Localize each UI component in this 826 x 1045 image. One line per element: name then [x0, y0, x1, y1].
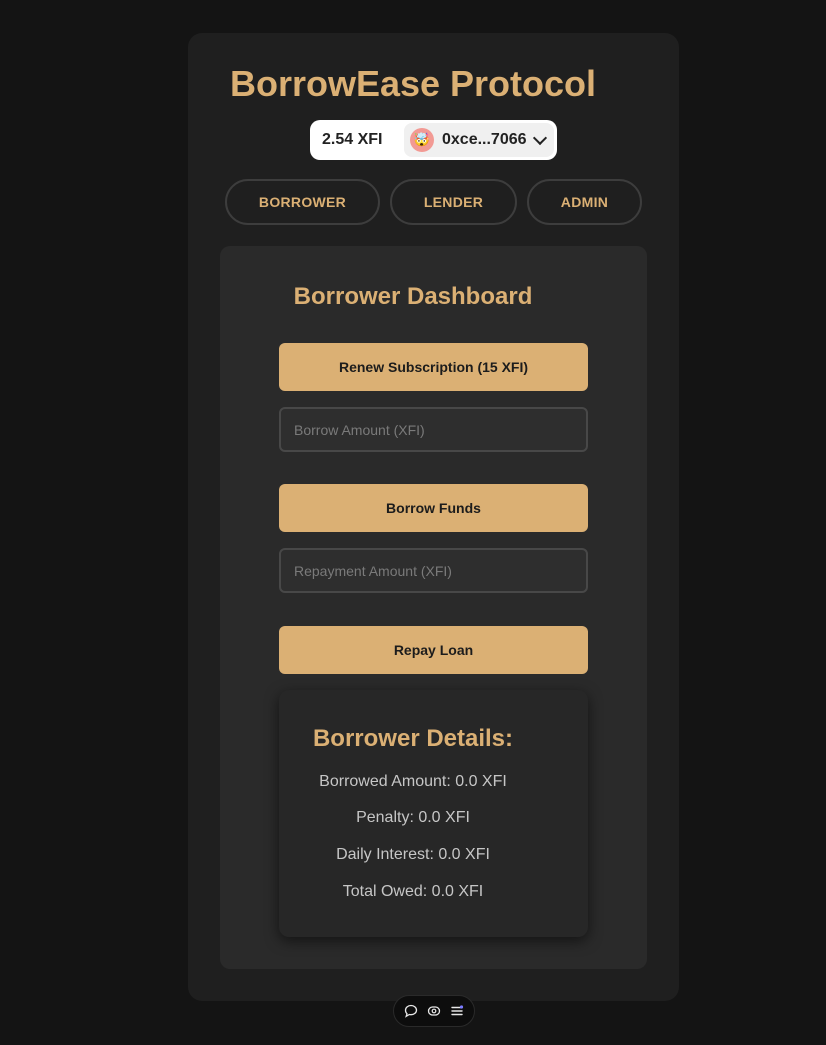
- wallet-connect-pill: 2.54 XFI 🤯 0xce...7066: [310, 120, 557, 160]
- tab-borrower[interactable]: BORROWER: [225, 179, 380, 225]
- dev-toolbar: [393, 995, 475, 1027]
- wallet-balance: 2.54 XFI: [322, 131, 383, 148]
- borrowed-amount: Borrowed Amount: 0.0 XFI: [319, 773, 507, 790]
- daily-interest: Daily Interest: 0.0 XFI: [336, 846, 490, 863]
- renew-subscription-button[interactable]: Renew Subscription (15 XFI): [279, 343, 588, 391]
- details-title: Borrower Details:: [312, 725, 514, 752]
- tab-admin[interactable]: ADMIN: [527, 179, 642, 225]
- repayment-amount-input[interactable]: [279, 548, 588, 593]
- tab-lender[interactable]: LENDER: [390, 179, 517, 225]
- repay-loan-button[interactable]: Repay Loan: [279, 626, 588, 674]
- borrow-funds-button[interactable]: Borrow Funds: [279, 484, 588, 532]
- chat-icon[interactable]: [403, 1003, 419, 1019]
- inspect-icon[interactable]: [426, 1003, 442, 1019]
- menu-icon[interactable]: [449, 1003, 465, 1019]
- wallet-address: 0xce...7066: [442, 131, 527, 148]
- penalty: Penalty: 0.0 XFI: [356, 809, 470, 826]
- avatar: 🤯: [410, 128, 434, 152]
- borrow-amount-input[interactable]: [279, 407, 588, 452]
- chevron-down-icon: [532, 130, 547, 145]
- dashboard-title: Borrower Dashboard: [293, 283, 533, 310]
- account-button[interactable]: 🤯 0xce...7066: [404, 123, 554, 157]
- app-title: BorrowEase Protocol: [229, 63, 597, 104]
- total-owed: Total Owed: 0.0 XFI: [342, 883, 484, 900]
